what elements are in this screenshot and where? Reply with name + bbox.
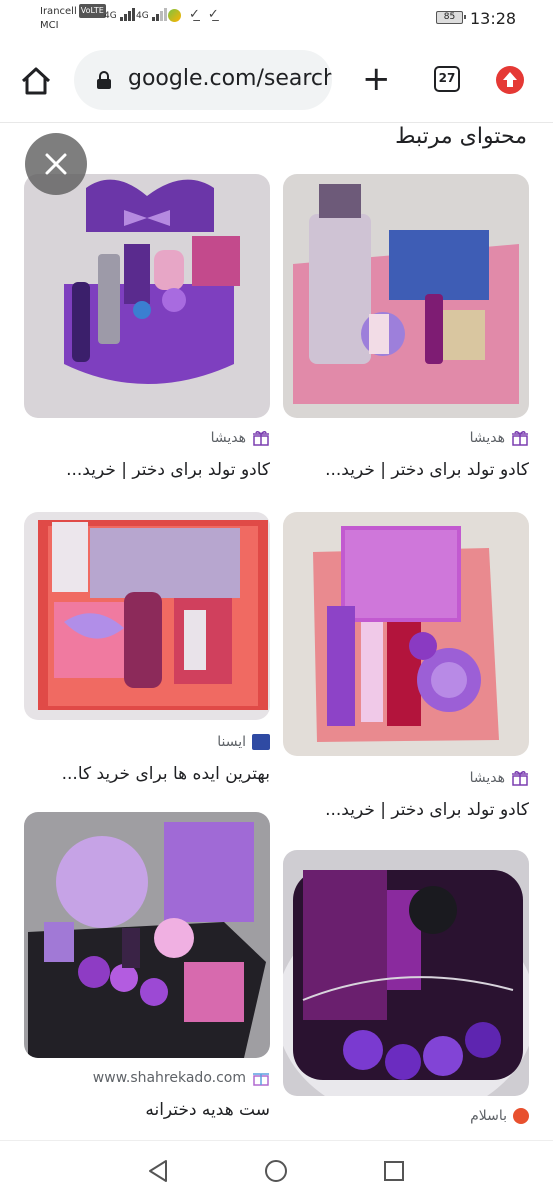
app-notification-icon bbox=[168, 8, 181, 22]
url-text: google.com/search bbox=[128, 66, 332, 91]
check-download-icon-2: ✓̲ bbox=[207, 7, 219, 22]
system-nav-bar bbox=[0, 1140, 553, 1201]
home-icon[interactable] bbox=[20, 66, 52, 96]
result-title[interactable]: بهترین ایده ها برای خرید کا... bbox=[62, 764, 270, 784]
result-card-6[interactable]: باسلام bbox=[283, 850, 529, 1134]
result-source: www.shahrekado.com bbox=[93, 1070, 270, 1086]
signal-1-icon: 4G bbox=[104, 8, 136, 21]
result-card-1[interactable]: هدیشا کادو تولد برای دختر | خرید... bbox=[24, 174, 270, 484]
result-card-2[interactable]: هدیشا کادو تولد برای دختر | خرید... bbox=[283, 174, 529, 484]
result-title[interactable]: کادو تولد برای دختر | خرید... bbox=[325, 800, 529, 820]
result-source: هدیشا bbox=[470, 770, 529, 786]
result-image[interactable] bbox=[24, 512, 270, 720]
status-bar: Irancell VoLTE MCI 4G 4G ✓̲ ✓̲ 85 13:28 bbox=[0, 0, 553, 40]
new-tab-button[interactable]: + bbox=[362, 62, 391, 96]
tab-switcher-button[interactable]: 27 bbox=[434, 66, 460, 92]
check-download-icon: ✓̲ bbox=[189, 7, 200, 22]
basalam-favicon-icon bbox=[513, 1108, 529, 1124]
gift-favicon-icon bbox=[253, 430, 269, 446]
result-source: ایسنا bbox=[217, 734, 270, 750]
home-circle-icon[interactable] bbox=[265, 1160, 287, 1182]
carrier-info: Irancell VoLTE MCI bbox=[40, 4, 106, 33]
carrier-1: Irancell bbox=[40, 6, 77, 17]
result-source-label: هدیشا bbox=[210, 430, 246, 446]
result-card-3[interactable]: ایسنا بهترین ایده ها برای خرید کا... bbox=[24, 512, 270, 788]
result-title[interactable]: کادو تولد برای دختر | خرید... bbox=[325, 460, 529, 480]
result-source: هدیشا bbox=[470, 430, 529, 446]
result-card-4[interactable]: هدیشا کادو تولد برای دختر | خرید... bbox=[283, 512, 529, 824]
isna-favicon-icon bbox=[252, 734, 270, 750]
carrier-2: MCI bbox=[40, 20, 59, 31]
related-content-heading: محتوای مرتبط bbox=[395, 124, 527, 149]
close-button[interactable] bbox=[25, 133, 87, 195]
result-source-label: هدیشا bbox=[469, 770, 505, 786]
result-image[interactable] bbox=[24, 812, 270, 1058]
back-triangle-icon[interactable] bbox=[146, 1159, 170, 1183]
recents-square-icon[interactable] bbox=[384, 1161, 404, 1181]
signal-2-icon: 4G bbox=[136, 8, 168, 21]
result-source: هدیشا bbox=[211, 430, 270, 446]
result-source: باسلام bbox=[470, 1108, 529, 1124]
result-title[interactable]: کادو تولد برای دختر | خرید... bbox=[66, 460, 270, 480]
result-source-label: هدیشا bbox=[469, 430, 505, 446]
address-bar[interactable]: google.com/search bbox=[74, 50, 332, 110]
result-title[interactable]: ست هدیه دخترانه bbox=[145, 1100, 270, 1120]
browser-toolbar: google.com/search + 27 bbox=[0, 40, 553, 122]
result-image[interactable] bbox=[283, 174, 529, 418]
lock-icon bbox=[97, 71, 111, 89]
result-source-label: www.shahrekado.com bbox=[92, 1070, 246, 1086]
network-type-2: 4G bbox=[136, 11, 149, 21]
update-arrow-icon bbox=[503, 72, 517, 87]
result-image[interactable] bbox=[283, 512, 529, 756]
shahrekado-favicon-icon bbox=[253, 1073, 269, 1086]
notification-icons: ✓̲ ✓̲ bbox=[168, 8, 219, 22]
update-button[interactable] bbox=[496, 66, 524, 94]
battery-icon: 85 bbox=[436, 11, 466, 24]
close-icon bbox=[45, 153, 67, 175]
gift-favicon-icon bbox=[512, 430, 528, 446]
result-source-label: باسلام bbox=[470, 1108, 507, 1124]
clock: 13:28 bbox=[470, 9, 517, 28]
result-card-5[interactable]: www.shahrekado.com ست هدیه دخترانه bbox=[24, 812, 270, 1126]
result-source-label: ایسنا bbox=[217, 734, 246, 750]
result-image[interactable] bbox=[24, 174, 270, 418]
result-image[interactable] bbox=[283, 850, 529, 1096]
volte-badge: VoLTE bbox=[78, 4, 106, 18]
toolbar-divider bbox=[0, 122, 553, 123]
network-type-1: 4G bbox=[104, 11, 117, 21]
gift-favicon-icon bbox=[512, 770, 528, 786]
